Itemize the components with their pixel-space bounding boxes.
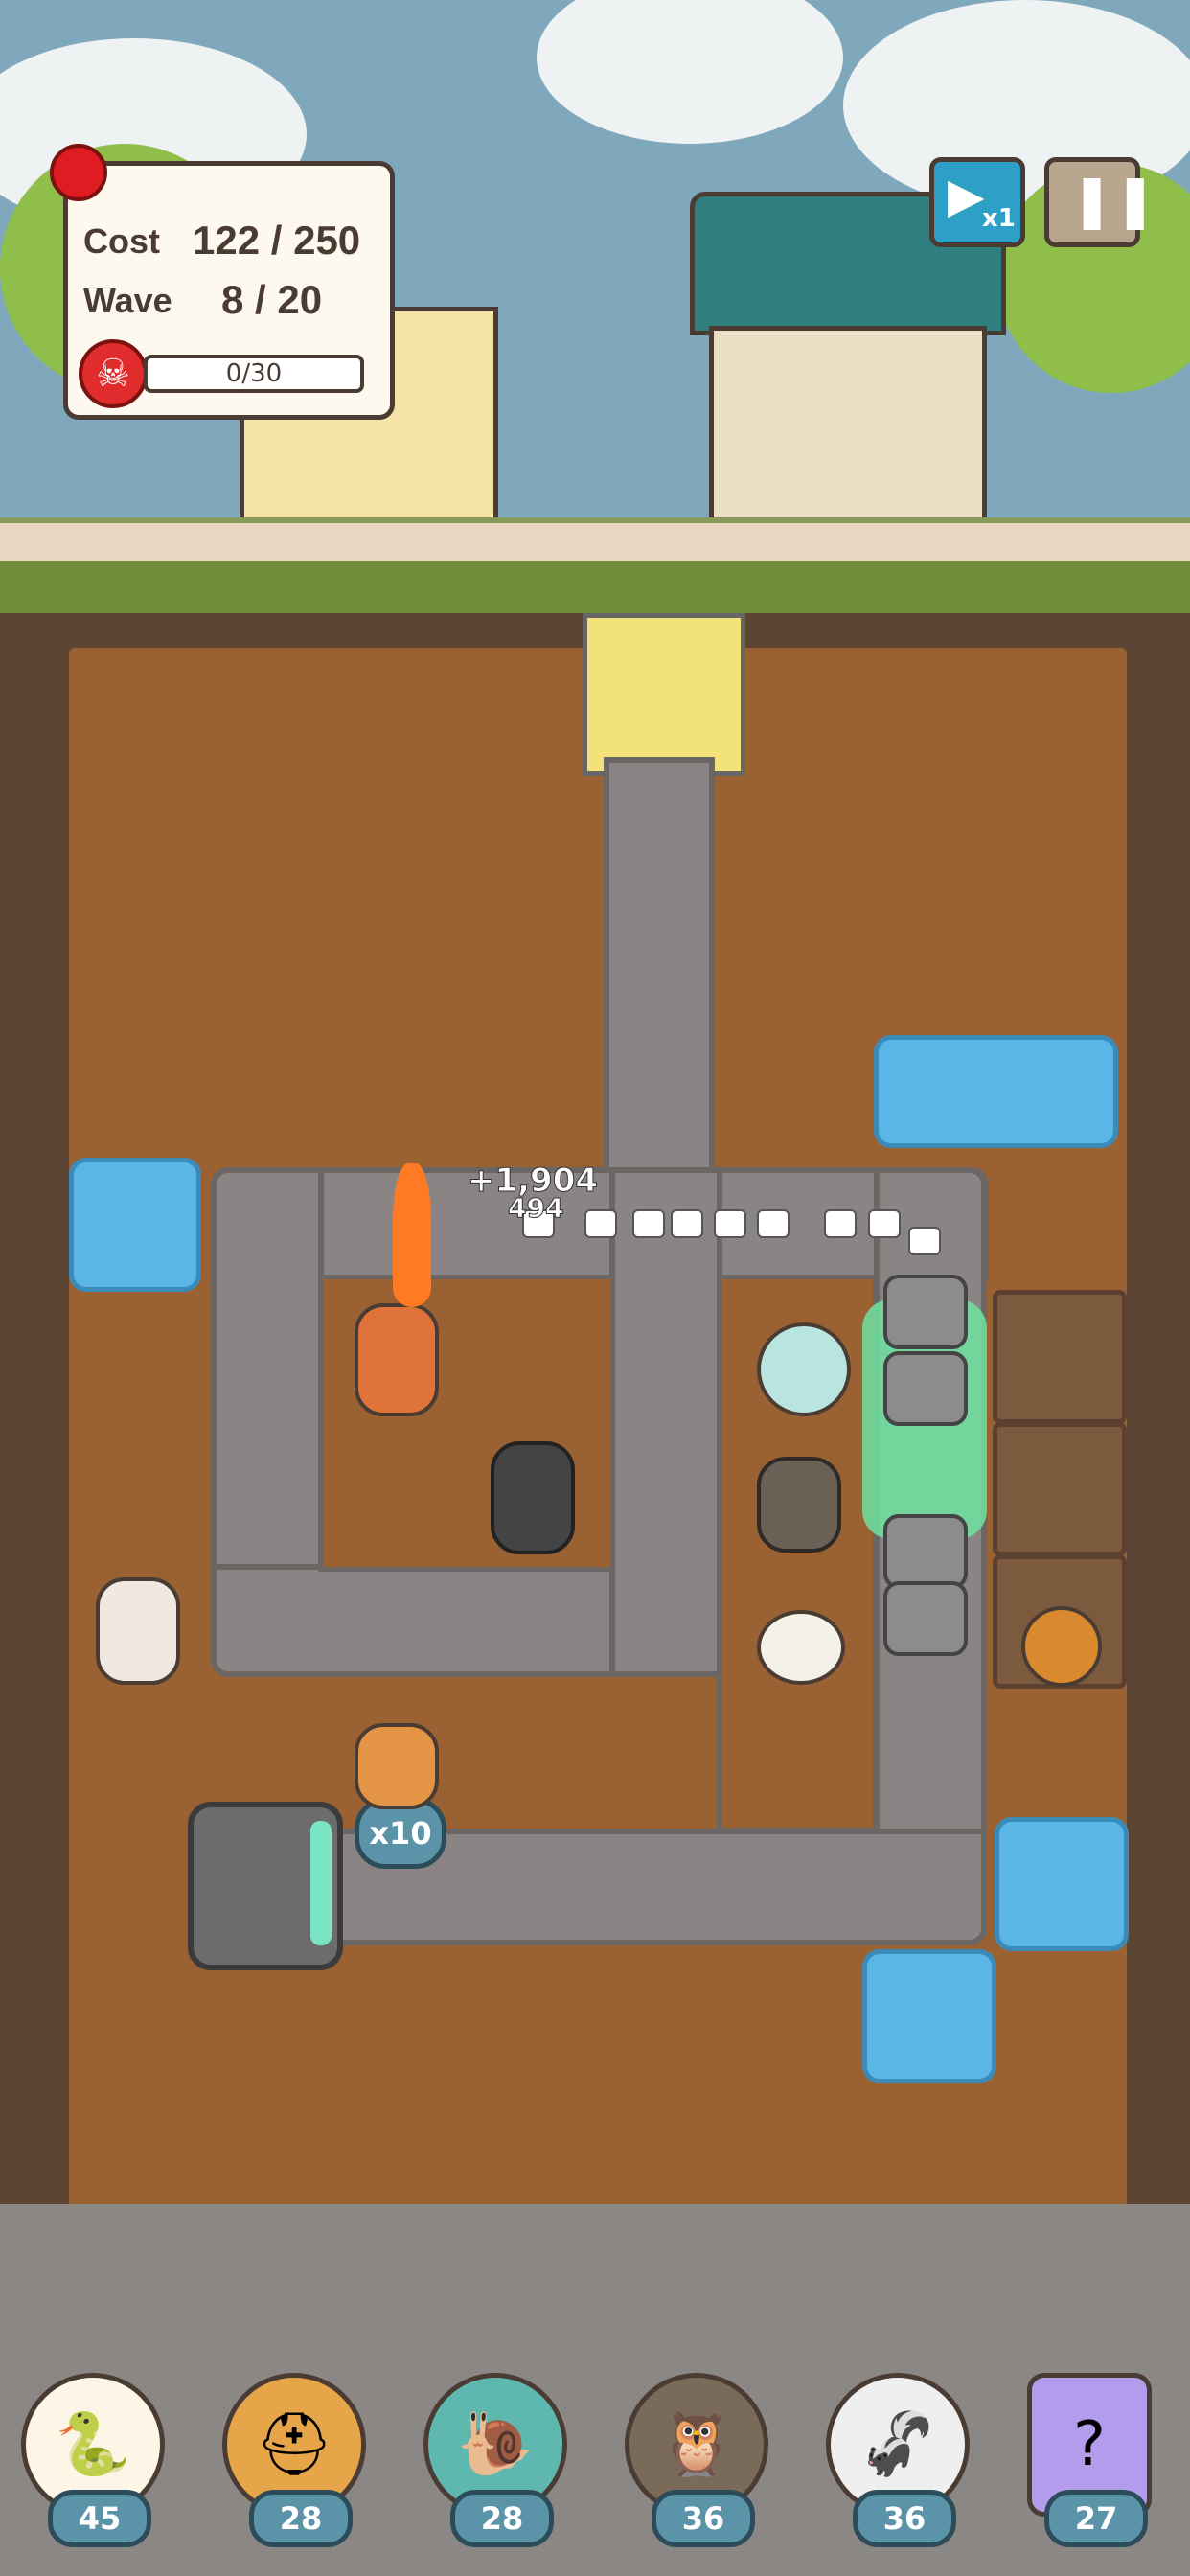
enemy-rock-golem — [883, 1351, 968, 1426]
damage-number: 494 — [507, 1192, 564, 1225]
speed-label: x1 — [982, 204, 1016, 233]
card-cost: 27 — [1044, 2490, 1148, 2547]
enemy-cat — [584, 1209, 617, 1238]
unit-card-mystery[interactable]: ? 27 — [1027, 2373, 1152, 2547]
unit-card-owl[interactable]: 🦉 36 — [625, 2373, 768, 2547]
skunk-tower[interactable] — [491, 1441, 575, 1554]
enemy-rock-golem — [883, 1275, 968, 1349]
path-segment — [609, 1167, 722, 1677]
enemy-cat — [868, 1209, 901, 1238]
speed-button[interactable]: ▶ x1 — [929, 157, 1025, 247]
mud-block — [993, 1290, 1127, 1424]
play-icon: ▶ — [948, 168, 985, 223]
pause-icon: ❚❚ — [1070, 170, 1157, 230]
eel-tower[interactable] — [757, 1322, 851, 1416]
water-tile — [862, 1949, 996, 2083]
skull-icon: ☠ — [79, 339, 148, 408]
unit-card-eel[interactable]: 🐍 45 — [21, 2373, 165, 2547]
enemy-cat — [714, 1209, 746, 1238]
portal-glow — [310, 1821, 332, 1945]
card-cost: 28 — [450, 2490, 554, 2547]
unit-card-mole[interactable]: ⛑ 28 — [222, 2373, 366, 2547]
water-tile — [69, 1158, 201, 1292]
card-cost: 28 — [249, 2490, 353, 2547]
card-cost: 36 — [853, 2490, 956, 2547]
grass-strip — [0, 561, 1190, 618]
pause-button[interactable]: ❚❚ — [1044, 157, 1157, 247]
rock-floor — [0, 2204, 1190, 2576]
game-screen: x10 +1,904 494 Cost 122 / 250 Wave 8 / 2… — [0, 0, 1190, 2576]
fox-tower[interactable] — [355, 1303, 439, 1416]
ferret-mechanic[interactable] — [96, 1577, 180, 1685]
unit-card-snail[interactable]: 🐌 28 — [423, 2373, 567, 2547]
enemy-cat — [908, 1227, 941, 1255]
fire-beam — [393, 1163, 431, 1307]
enemy-cat — [757, 1209, 790, 1238]
unit-card-skunk[interactable]: 🦨 36 — [826, 2373, 970, 2547]
path-segment — [604, 757, 715, 1190]
cost-label: Cost — [83, 221, 160, 261]
enemy-cat — [632, 1209, 665, 1238]
mud-block — [993, 1422, 1127, 1556]
enemy-rock-golem — [883, 1514, 968, 1589]
enemy-cat — [671, 1209, 703, 1238]
water-tile — [874, 1035, 1118, 1148]
water-tile — [995, 1817, 1129, 1951]
mole-tower[interactable] — [1021, 1606, 1102, 1687]
card-cost: 36 — [652, 2490, 755, 2547]
kill-progress-bar: 0/30 — [144, 355, 364, 393]
enemy-cat — [824, 1209, 857, 1238]
hamster-unit[interactable] — [355, 1723, 439, 1809]
wave-value: 8 / 20 — [221, 277, 323, 322]
card-cost: 45 — [48, 2490, 151, 2547]
enemy-exit-gate — [583, 613, 745, 776]
wave-label: Wave — [83, 281, 172, 320]
cafe-house — [709, 326, 987, 527]
pin-icon — [50, 144, 107, 201]
cost-value: 122 / 250 — [193, 218, 361, 263]
owl-tower[interactable] — [757, 1457, 841, 1552]
snail-tower[interactable] — [757, 1610, 845, 1685]
enemy-rock-golem — [883, 1581, 968, 1656]
